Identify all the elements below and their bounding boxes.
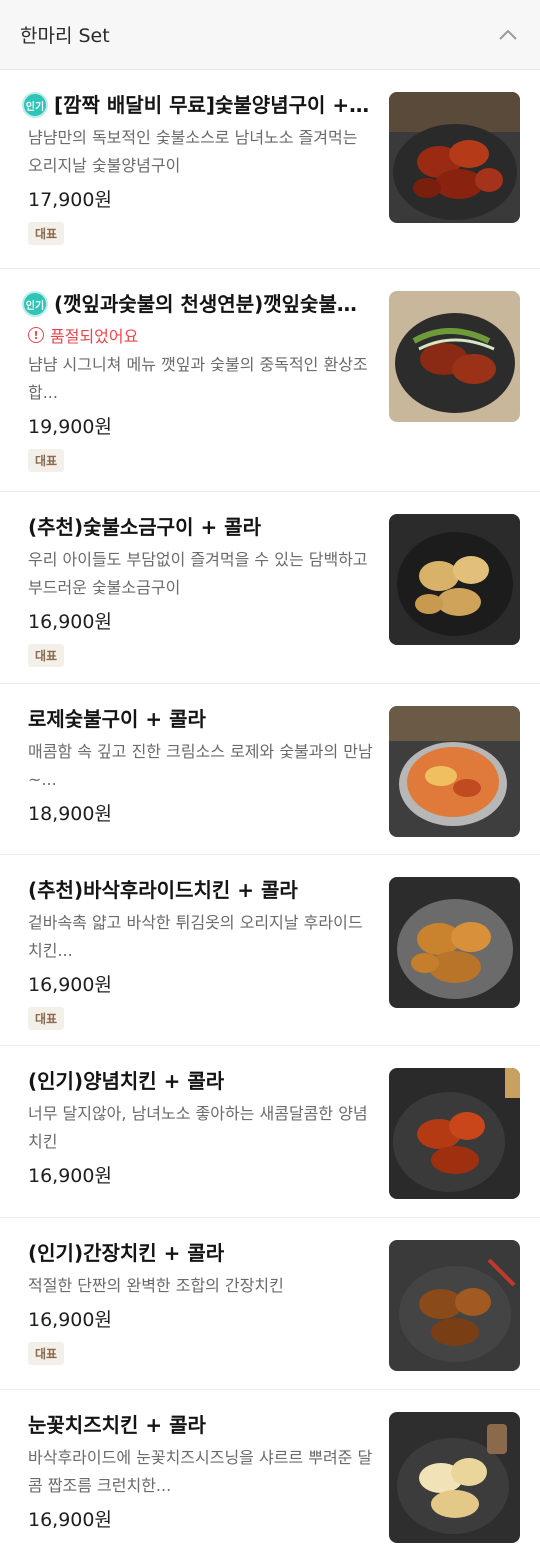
- item-name-row: 로제숯불구이 + 콜라: [28, 704, 378, 734]
- menu-item[interactable]: (인기)양념치킨 + 콜라 너무 달지않아, 남녀노소 좋아하는 새콤달콤한 양…: [0, 1046, 540, 1218]
- spicy-grilled-chicken-image: [389, 92, 520, 223]
- menu-item[interactable]: 인기 (깻잎과숯불의 천생연분)깻잎숯불… ! 품절되었어요 냠냠 시그니쳐 메…: [0, 269, 540, 492]
- menu-item[interactable]: (추천)바삭후라이드치킨 + 콜라 겉바속촉 얇고 바삭한 튀김옷의 오리지날 …: [0, 855, 540, 1046]
- chevron-up-icon[interactable]: [496, 23, 520, 47]
- item-name: [깜짝 배달비 무료]숯불양념구이 +…: [54, 93, 370, 117]
- item-name: (인기)간장치킨 + 콜라: [28, 1241, 225, 1265]
- item-description: 적절한 단짠의 완벽한 조합의 간장치킨: [28, 1276, 284, 1295]
- item-name: (인기)양념치킨 + 콜라: [28, 1069, 225, 1093]
- menu-item[interactable]: (추천)숯불소금구이 + 콜라 우리 아이들도 부담없이 즐겨먹을 수 있는 담…: [0, 492, 540, 684]
- fried-chicken-image: [389, 877, 520, 1008]
- signature-badge: 대표: [28, 1342, 65, 1365]
- menu-item[interactable]: 로제숯불구이 + 콜라 매콤함 속 깊고 진한 크림소스 로제와 숯불과의 만남…: [0, 684, 540, 855]
- item-name: (추천)숯불소금구이 + 콜라: [28, 515, 261, 539]
- item-name: (깻잎과숯불의 천생연분)깻잎숯불…: [54, 292, 357, 316]
- item-description: 냠냠만의 독보적인 숯불소스로 남녀노소 즐겨먹는 오리지날 숯불양념구이: [28, 128, 358, 175]
- menu-item[interactable]: 인기 [깜짝 배달비 무료]숯불양념구이 +… 냠냠만의 독보적인 숯불소스로 …: [0, 70, 540, 269]
- item-name-row: 눈꽃치즈치킨 + 콜라: [28, 1410, 378, 1440]
- salt-grilled-chicken-image: [389, 514, 520, 645]
- alert-icon: !: [28, 327, 44, 343]
- item-name: 로제숯불구이 + 콜라: [28, 707, 206, 731]
- item-description: 냠냠 시그니쳐 메뉴 깻잎과 숯불의 중독적인 환상조합...: [28, 355, 368, 402]
- menu-list: 인기 [깜짝 배달비 무료]숯불양념구이 +… 냠냠만의 독보적인 숯불소스로 …: [0, 70, 540, 1556]
- item-name: (추천)바삭후라이드치킨 + 콜라: [28, 878, 298, 902]
- popular-badge-icon: 인기: [22, 92, 48, 118]
- menu-item[interactable]: (인기)간장치킨 + 콜라 적절한 단짠의 완벽한 조합의 간장치킨 16,90…: [0, 1218, 540, 1390]
- menu-item[interactable]: 눈꽃치즈치킨 + 콜라 바삭후라이드에 눈꽃치즈시즈닝을 샤르르 뿌려준 달콤 …: [0, 1390, 540, 1556]
- perilla-chicken-image: [389, 291, 520, 422]
- item-name-row: (인기)양념치킨 + 콜라: [28, 1066, 378, 1096]
- rose-grilled-chicken-image: [389, 706, 520, 837]
- yangnyeom-chicken-image: [389, 1068, 520, 1199]
- signature-badge: 대표: [28, 449, 65, 472]
- item-name-row: 인기 (깻잎과숯불의 천생연분)깻잎숯불…: [22, 289, 378, 319]
- item-description: 매콤함 속 깊고 진한 크림소스 로제와 숯불과의 만남~...: [28, 742, 373, 789]
- soldout-text: 품절되었어요: [50, 327, 139, 346]
- item-name: 눈꽃치즈치킨 + 콜라: [28, 1413, 206, 1437]
- item-name-row: (추천)숯불소금구이 + 콜라: [28, 512, 378, 542]
- signature-badge: 대표: [28, 644, 65, 667]
- soy-chicken-image: [389, 1240, 520, 1371]
- signature-badge: 대표: [28, 1007, 65, 1030]
- item-description: 우리 아이들도 부담없이 즐겨먹을 수 있는 담백하고 부드러운 숯불소금구이: [28, 550, 368, 597]
- signature-badge: 대표: [28, 222, 65, 245]
- item-description: 바삭후라이드에 눈꽃치즈시즈닝을 샤르르 뿌려준 달콤 짭조름 크런치한...: [28, 1448, 373, 1495]
- popular-badge-icon: 인기: [22, 291, 48, 317]
- item-name-row: 인기 [깜짝 배달비 무료]숯불양념구이 +…: [22, 90, 378, 120]
- item-description: 너무 달지않아, 남녀노소 좋아하는 새콤달콤한 양념치킨: [28, 1104, 368, 1151]
- snow-cheese-chicken-image: [389, 1412, 520, 1543]
- item-description: 겉바속촉 얇고 바삭한 튀김옷의 오리지날 후라이드치킨...: [28, 913, 363, 960]
- section-title: 한마리 Set: [20, 25, 110, 47]
- item-name-row: (인기)간장치킨 + 콜라: [28, 1238, 378, 1268]
- section-header[interactable]: 한마리 Set: [0, 0, 540, 70]
- item-name-row: (추천)바삭후라이드치킨 + 콜라: [28, 875, 378, 905]
